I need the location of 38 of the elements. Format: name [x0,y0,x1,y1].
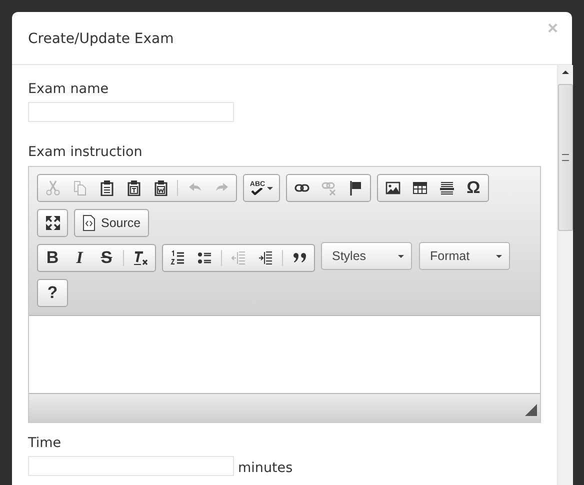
code-document-icon [82,215,96,231]
dialog-title: Create/Update Exam [28,30,174,47]
copy-icon [72,180,88,196]
caret-icon [267,186,274,190]
scrollbar[interactable] [557,65,573,485]
check-icon [251,188,264,195]
numbered-list-icon [170,250,186,266]
clipboard-icon [98,180,114,196]
image-icon [384,180,400,196]
input-field[interactable] [28,456,234,476]
horizontal-line-icon [438,180,454,196]
dropdown[interactable]: Styles [321,242,412,270]
toolbar-button[interactable]: S [93,247,120,269]
outdent-icon [230,250,246,266]
clipboard-text-icon [126,180,142,196]
clear-format-icon [132,250,148,266]
field-label: Exam instruction [28,144,144,160]
toolbar-button[interactable]: Ω [460,177,487,199]
dropdown[interactable]: Format [419,242,510,270]
caret-icon [496,254,502,258]
unlink-icon [320,180,336,196]
scissors-icon [44,180,60,196]
toolbar-button[interactable]: I [66,247,93,269]
field-label: Exam name [28,81,110,97]
bulleted-list-icon [196,250,212,266]
caret-icon [398,254,404,258]
indent-icon [258,250,274,266]
clipboard-word-icon [152,180,168,196]
resize-handle-icon[interactable] [525,404,537,416]
source-button[interactable]: Source [76,212,147,234]
field-label: Time [28,435,62,451]
flag-icon [348,180,364,196]
table-icon [412,180,428,196]
input-field[interactable] [28,102,234,122]
unit-label: minutes [238,460,293,476]
maximize-icon [44,215,60,231]
toolbar-button[interactable]: ? [39,282,66,304]
toolbar-button[interactable]: B [39,247,66,269]
